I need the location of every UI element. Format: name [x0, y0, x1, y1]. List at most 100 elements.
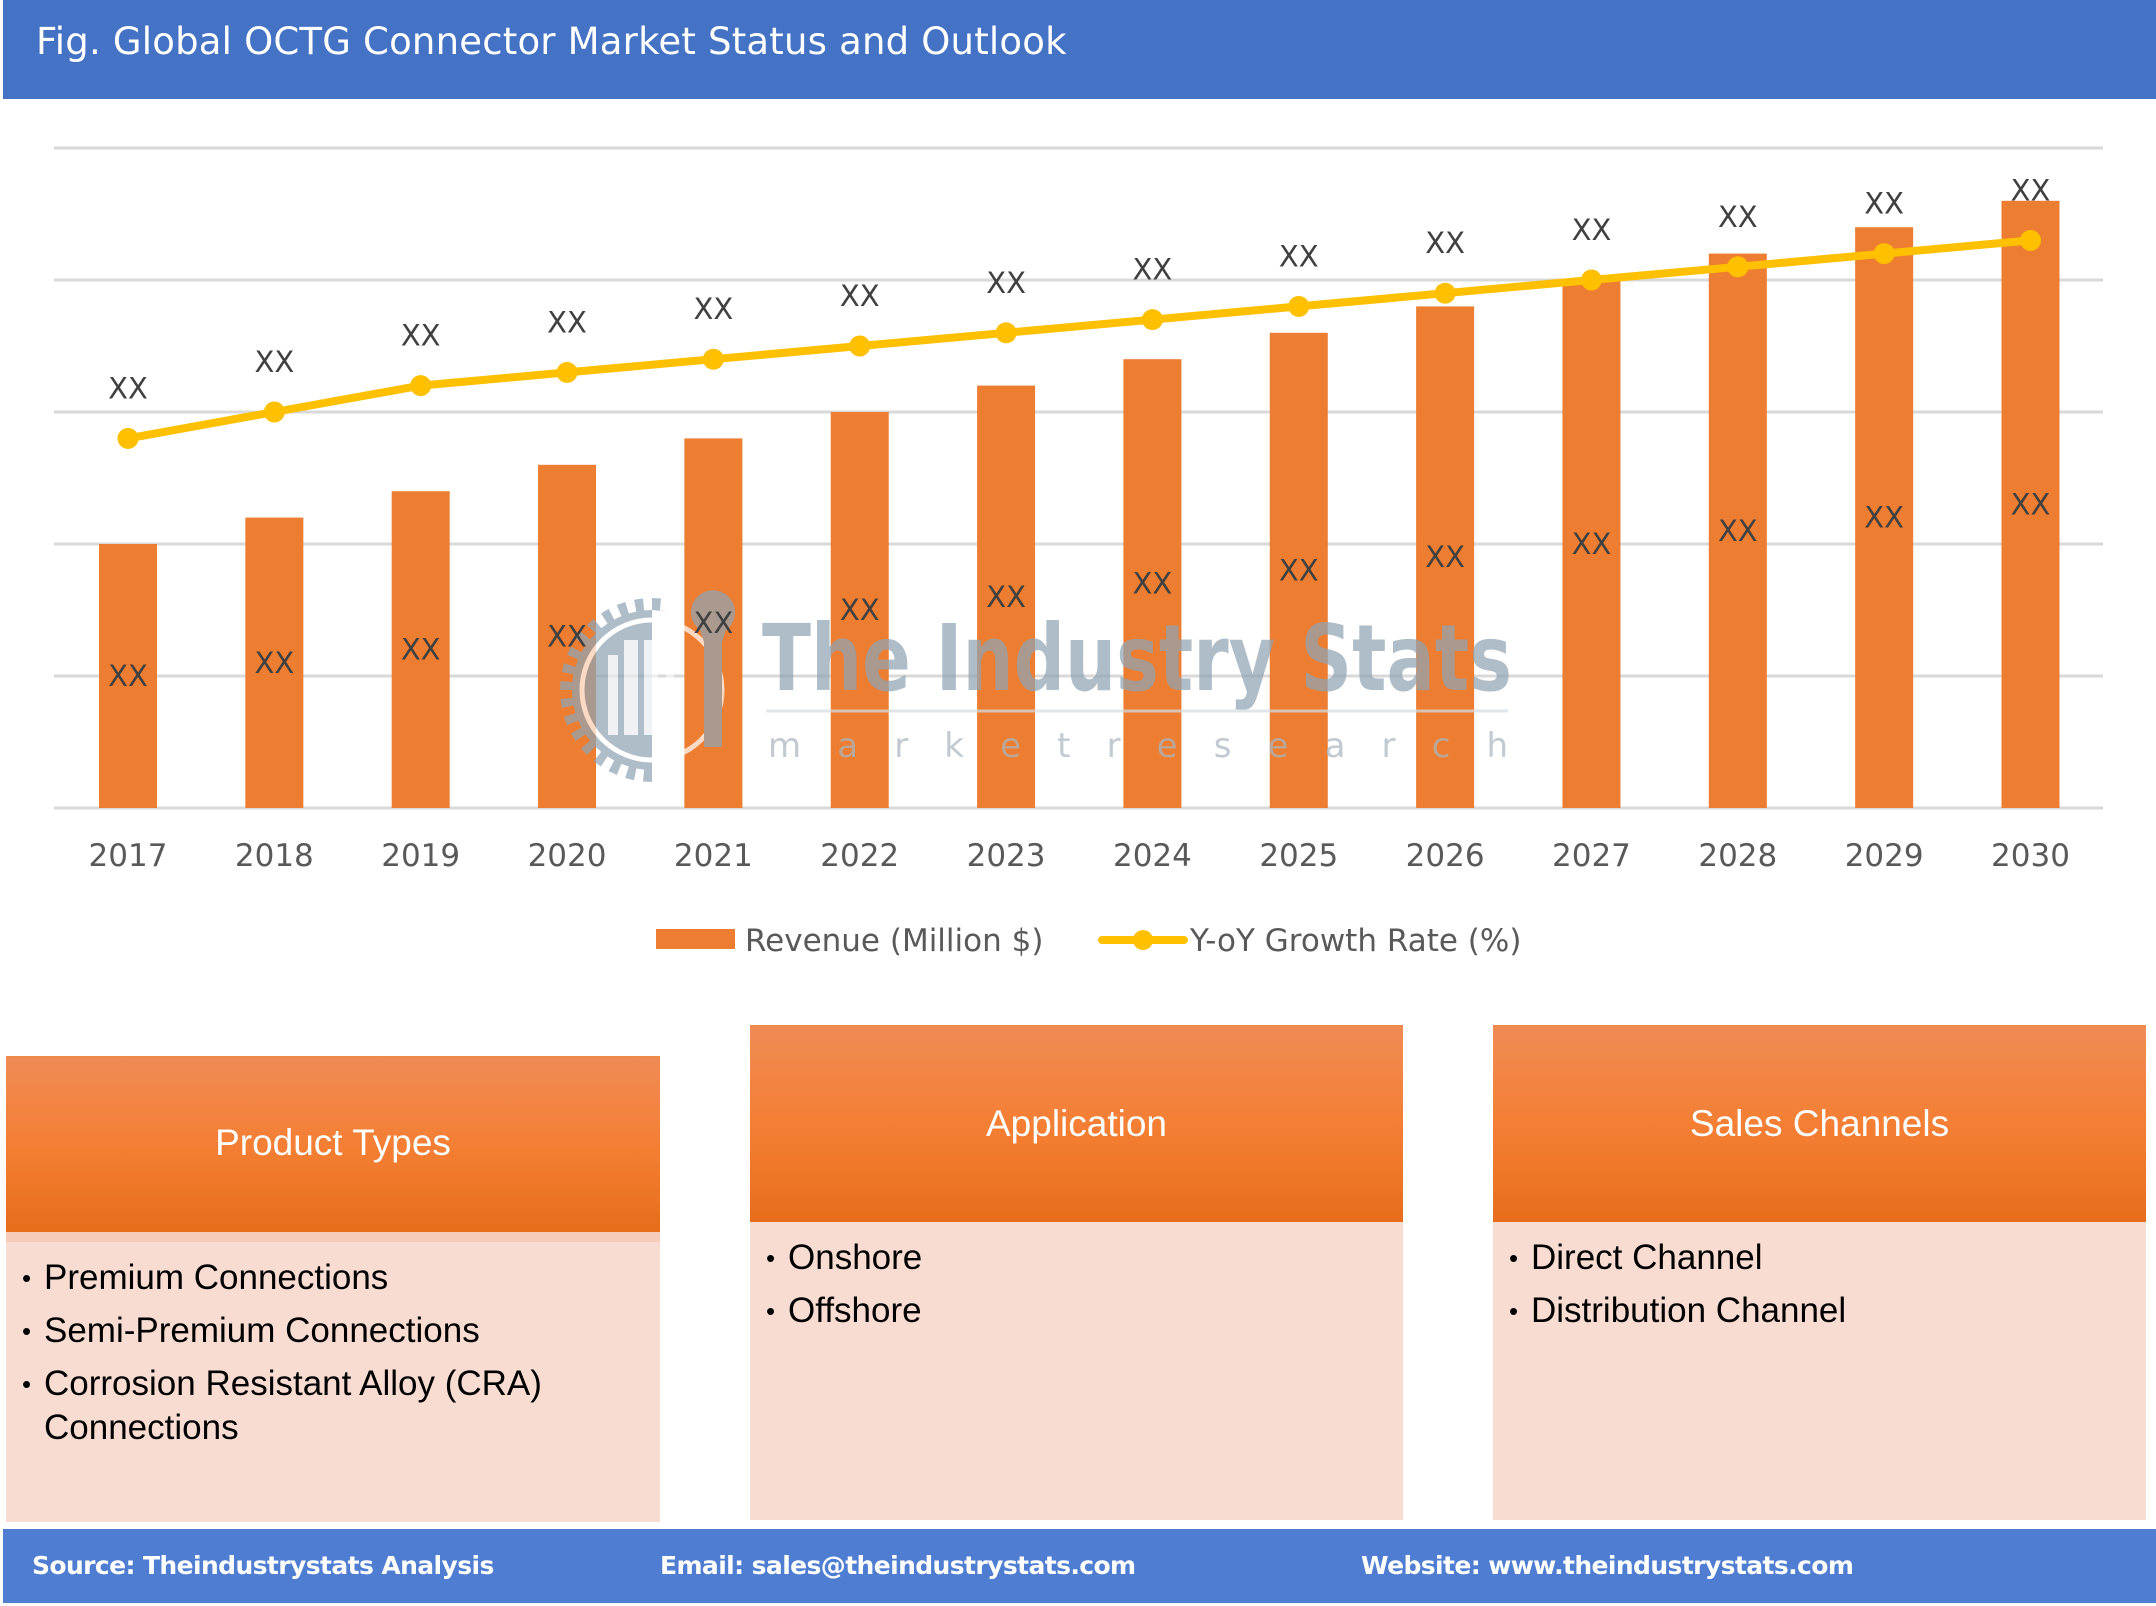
footer-email[interactable]: Email: sales@theindustrystats.com: [660, 1551, 1136, 1580]
footer-source: Source: Theindustrystats Analysis: [32, 1551, 494, 1580]
growth-data-label: XX: [1133, 253, 1173, 287]
revenue-data-label: XX: [254, 646, 294, 680]
segment-product-types: Product Types • Premium Connections • Semi…: [6, 1056, 660, 1522]
revenue-data-label: XX: [108, 659, 148, 693]
segment-title: Application: [985, 1103, 1167, 1144]
x-tick-label: 2024: [1113, 838, 1192, 874]
revenue-bars: [99, 200, 2060, 809]
x-tick-label: 2017: [89, 838, 168, 874]
x-tick-label: 2018: [235, 838, 314, 874]
growth-data-label: XX: [1864, 187, 1904, 221]
growth-data-label: XX: [108, 371, 148, 405]
revenue-data-label: XX: [401, 633, 441, 667]
list-item: • Direct Channel: [1509, 1236, 2130, 1280]
legend-growth-marker: [1133, 930, 1153, 950]
list-item: • Onshore: [766, 1236, 1387, 1280]
segment-application: Application • Onshore • Offshore: [750, 1025, 1403, 1520]
list-item: • Offshore: [766, 1289, 1387, 1333]
segment-header: Product Types: [6, 1056, 660, 1232]
growth-marker: [1580, 269, 1602, 291]
revenue-data-label: XX: [1425, 540, 1465, 574]
revenue-data-label: XX: [1718, 514, 1758, 548]
x-tick-label: 2027: [1552, 838, 1631, 874]
list-item: • Distribution Channel: [1509, 1289, 2130, 1333]
footer-website[interactable]: Website: www.theindustrystats.com: [1361, 1551, 1854, 1580]
growth-data-label: XX: [401, 319, 441, 353]
growth-data-label: XX: [694, 292, 734, 326]
segment-list: • Direct Channel • Distribution Channel: [1509, 1236, 2130, 1342]
x-tick-label: 2020: [528, 838, 607, 874]
revenue-data-label: XX: [694, 606, 734, 640]
market-chart: The Industry Stats m a r k e t r e s e a…: [54, 146, 2103, 959]
growth-data-label: XX: [1425, 226, 1465, 260]
bullet-icon: •: [1509, 1296, 1519, 1326]
watermark-subtitle: m a r k e t r e s e a r c h: [768, 726, 1508, 766]
segment-header: Sales Channels: [1493, 1025, 2146, 1222]
growth-data-label: XX: [547, 305, 587, 339]
x-tick-label: 2030: [1991, 838, 2070, 874]
revenue-data-label: XX: [986, 580, 1026, 614]
growth-marker: [410, 375, 432, 397]
growth-data-label: XX: [1279, 239, 1319, 273]
growth-marker: [849, 335, 871, 357]
growth-marker: [1141, 309, 1163, 331]
revenue-data-label: XX: [1864, 501, 1904, 535]
revenue-data-label: XX: [2011, 487, 2051, 521]
x-tick-label: 2019: [381, 838, 460, 874]
growth-data-label: XX: [1572, 213, 1612, 247]
segment-list: • Onshore • Offshore: [766, 1236, 1387, 1342]
revenue-data-label: XX: [840, 593, 880, 627]
footer-bar: Source: Theindustrystats Analysis Email:…: [3, 1529, 2156, 1603]
x-axis-ticks: 2017 2018 2019 2020 2021 2022 2023 2024 2025 2026…: [89, 838, 2070, 874]
x-tick-label: 2025: [1259, 838, 1338, 874]
legend-revenue-swatch: [656, 929, 735, 949]
segment-sales-channels: Sales Channels • Direct Channel • Distribu…: [1493, 1025, 2146, 1520]
segment-title: Sales Channels: [1689, 1103, 1950, 1144]
growth-marker: [1727, 256, 1749, 278]
x-tick-label: 2028: [1698, 838, 1777, 874]
x-tick-label: 2026: [1406, 838, 1485, 874]
growth-marker: [995, 322, 1017, 344]
growth-marker: [702, 348, 724, 370]
legend-growth-label: Y-oY Growth Rate (%): [1189, 923, 1521, 959]
x-tick-label: 2023: [967, 838, 1046, 874]
segment-list: • Premium Connections • Semi-Premium Conne…: [22, 1256, 644, 1459]
segment-body: • Premium Connections • Semi-Premium Conne…: [6, 1242, 660, 1522]
segment-divider-band: [6, 1232, 660, 1242]
revenue-data-label: XX: [547, 619, 587, 653]
growth-marker: [117, 427, 139, 449]
revenue-data-label: XX: [1133, 567, 1173, 601]
bullet-icon: •: [766, 1243, 776, 1273]
bullet-icon: •: [766, 1296, 776, 1326]
segment-header: Application: [750, 1025, 1403, 1222]
growth-data-label: XX: [1718, 200, 1758, 234]
bullet-icon: •: [22, 1369, 32, 1399]
segment-body: • Onshore • Offshore: [750, 1222, 1403, 1520]
growth-data-label: XX: [840, 279, 880, 313]
x-tick-label: 2022: [820, 838, 899, 874]
growth-marker: [263, 401, 285, 423]
bullet-icon: •: [1509, 1243, 1519, 1273]
x-tick-label: 2029: [1845, 838, 1924, 874]
growth-marker: [1873, 243, 1895, 265]
growth-data-label: XX: [986, 266, 1026, 300]
segment-body: • Direct Channel • Distribution Channel: [1493, 1222, 2146, 1520]
x-tick-label: 2021: [674, 838, 753, 874]
segment-title: Product Types: [215, 1122, 451, 1163]
figure-title: Fig. Global OCTG Connector Market Status…: [36, 20, 1067, 63]
revenue-data-label: XX: [1572, 527, 1612, 561]
bullet-icon: •: [22, 1316, 32, 1346]
growth-marker: [1288, 295, 1310, 317]
legend: Revenue (Million $) Y-oY Growth Rate (%): [656, 923, 1521, 959]
revenue-data-label: XX: [1279, 553, 1319, 587]
growth-data-label: XX: [254, 345, 294, 379]
list-item: • Premium Connections: [22, 1256, 644, 1300]
title-bar: Fig. Global OCTG Connector Market Status…: [3, 0, 2156, 99]
list-item: • Semi-Premium Connections: [22, 1309, 644, 1353]
bullet-icon: •: [22, 1263, 32, 1293]
growth-marker: [556, 361, 578, 383]
growth-marker: [2020, 229, 2041, 251]
list-item: • Corrosion Resistant Alloy (CRA) Connect…: [22, 1364, 542, 1447]
growth-marker: [1434, 282, 1456, 304]
growth-data-label: XX: [2011, 173, 2051, 207]
